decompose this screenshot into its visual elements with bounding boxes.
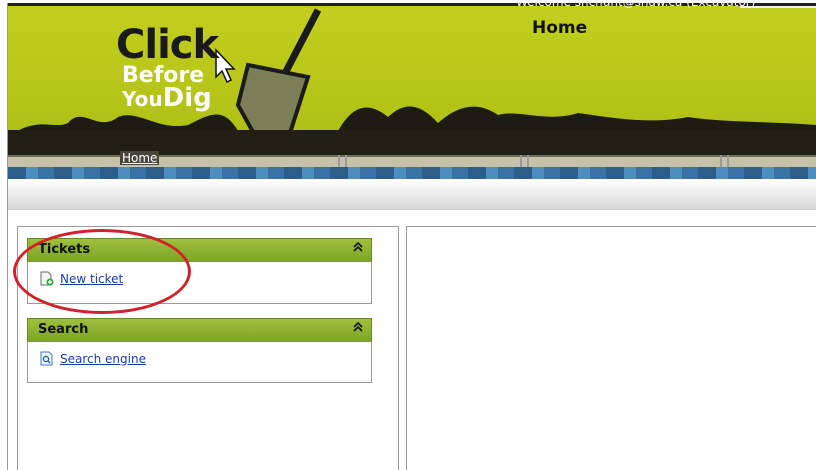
nav-home-link[interactable]: Home <box>120 151 160 165</box>
search-engine-label[interactable]: Search engine <box>60 352 146 366</box>
welcome-text: Welcome shchunt@shaw.ca (Excavator) <box>516 0 756 9</box>
search-engine-link[interactable]: Search engine <box>40 351 146 366</box>
double-chevron-up-icon[interactable] <box>353 241 363 256</box>
logo: Click Before YouDig <box>116 22 219 111</box>
water-strip <box>8 167 816 179</box>
pipe-joint <box>720 155 729 167</box>
cursor-arrow-icon <box>215 48 236 84</box>
logo-you: You <box>122 87 163 111</box>
pipe-joint <box>520 155 529 167</box>
content-pane <box>406 226 816 470</box>
logo-dig: Dig <box>162 83 212 113</box>
search-document-icon <box>40 351 53 366</box>
search-panel-header[interactable]: Search <box>27 318 372 342</box>
page-title: Home <box>532 18 588 38</box>
search-panel-title: Search <box>38 322 89 337</box>
search-panel-body: Search engine <box>27 342 372 383</box>
welcome-underline <box>740 6 816 8</box>
divider <box>8 209 816 210</box>
double-chevron-up-icon[interactable] <box>353 321 363 336</box>
toolbar-band <box>8 179 816 209</box>
logo-line-you-dig: YouDig <box>116 85 218 111</box>
logo-line-click: Click <box>116 22 219 68</box>
pipe-joint <box>338 155 347 167</box>
search-panel: Search Search engine <box>27 318 372 383</box>
highlight-circle <box>13 229 191 314</box>
